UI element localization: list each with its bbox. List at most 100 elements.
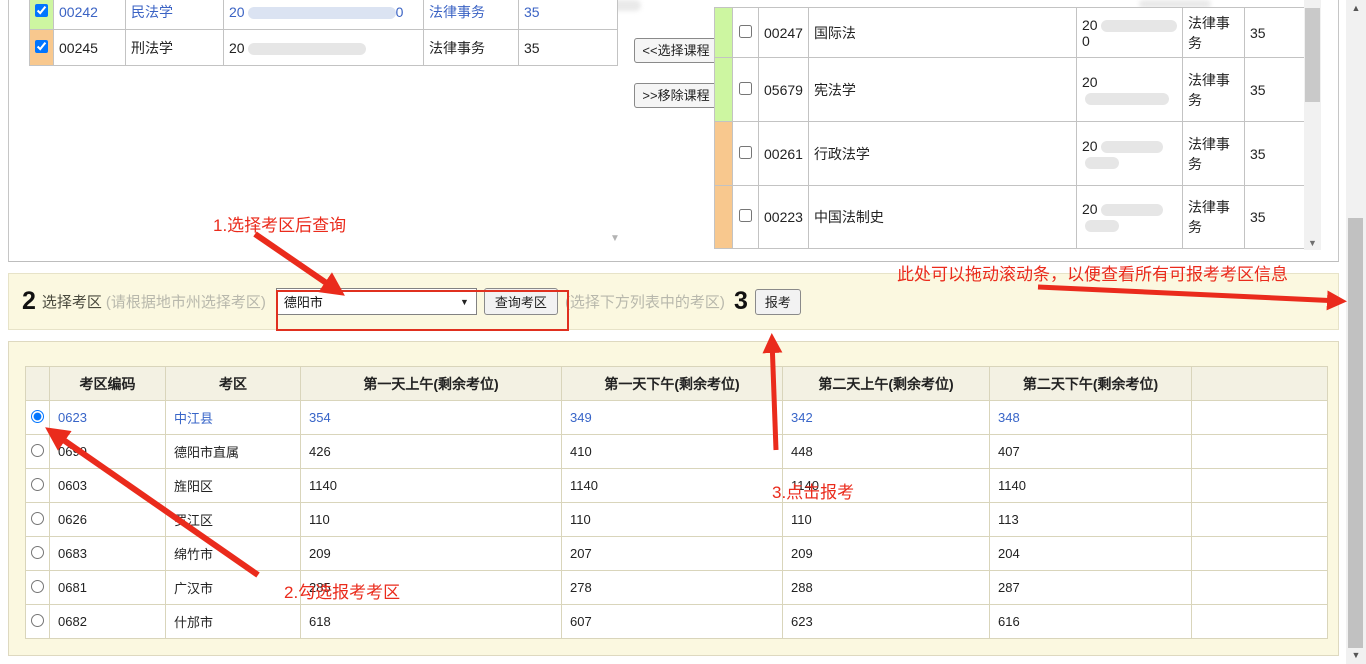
course-date: 200 bbox=[224, 0, 424, 30]
region-bar-hint: (请根据地市州选择考区) bbox=[106, 291, 266, 312]
course-major: 法律事务 bbox=[424, 0, 519, 30]
district-row: 0682什邡市618607623616 bbox=[26, 605, 1328, 639]
district-panel: 考区编码考区第一天上午(剩余考位)第一天下午(剩余考位)第二天上午(剩余考位)第… bbox=[8, 341, 1339, 656]
course-major: 法律事务 bbox=[1182, 186, 1244, 249]
annotation-step3: 3.点击报考 bbox=[772, 478, 854, 503]
available-courses-table: 00247国际法200法律事务3505679宪法学20法律事务3500261行政… bbox=[714, 7, 1309, 249]
district-column-header: 考区 bbox=[166, 367, 301, 401]
course-code: 00223 bbox=[759, 186, 809, 249]
course-seats: 35 bbox=[1244, 8, 1308, 58]
district-radio[interactable] bbox=[31, 410, 44, 423]
district-table-header: 考区编码考区第一天上午(剩余考位)第一天下午(剩余考位)第二天上午(剩余考位)第… bbox=[26, 367, 1328, 401]
district-seats-remaining: 278 bbox=[562, 571, 783, 605]
district-row: 0683绵竹市209207209204 bbox=[26, 537, 1328, 571]
scroll-down-icon[interactable]: ▼ bbox=[610, 233, 620, 244]
course-major: 法律事务 bbox=[424, 30, 519, 66]
course-selection-panel: 00242民法学200法律事务3500245刑法学20法律事务35 <<选择课程… bbox=[8, 0, 1339, 262]
district-seats-remaining: 209 bbox=[301, 537, 562, 571]
course-table-scrollbar[interactable]: ▼ bbox=[1304, 0, 1321, 250]
district-radio[interactable] bbox=[31, 444, 44, 457]
region-select[interactable]: 德阳市 ▼ bbox=[276, 288, 477, 315]
district-radio[interactable] bbox=[31, 546, 44, 559]
course-name: 民法学 bbox=[126, 0, 224, 30]
course-seats: 35 bbox=[1244, 122, 1308, 186]
district-column-header: 第一天下午(剩余考位) bbox=[562, 367, 783, 401]
district-seats-remaining: 287 bbox=[990, 571, 1192, 605]
district-name: 旌阳区 bbox=[166, 469, 301, 503]
district-radio[interactable] bbox=[31, 580, 44, 593]
course-seats: 35 bbox=[1244, 58, 1308, 122]
district-empty-cell bbox=[1192, 401, 1328, 435]
district-empty-cell bbox=[1192, 537, 1328, 571]
district-seats-remaining: 342 bbox=[783, 401, 990, 435]
available-course-row: 05679宪法学20法律事务35 bbox=[715, 58, 1309, 122]
region-bar-title: 选择考区 bbox=[42, 291, 102, 312]
district-empty-cell bbox=[1192, 469, 1328, 503]
district-radio-cell bbox=[26, 537, 50, 571]
district-column-header: 第二天下午(剩余考位) bbox=[990, 367, 1192, 401]
course-checkbox[interactable] bbox=[739, 146, 752, 159]
course-major: 法律事务 bbox=[1182, 122, 1244, 186]
course-date: 20 bbox=[1076, 122, 1182, 186]
course-checkbox[interactable] bbox=[739, 82, 752, 95]
course-checkbox[interactable] bbox=[35, 40, 48, 53]
district-code: 0603 bbox=[50, 469, 166, 503]
district-radio-cell bbox=[26, 401, 50, 435]
redacted-date bbox=[1085, 220, 1119, 232]
remove-course-button[interactable]: >>移除课程 bbox=[634, 83, 718, 108]
region-list-hint: (选择下方列表中的考区) bbox=[565, 291, 725, 312]
course-date: 20 bbox=[224, 30, 424, 66]
page-scrollbar[interactable]: ▲ ▼ bbox=[1346, 0, 1366, 664]
district-seats-remaining: 1140 bbox=[562, 469, 783, 503]
course-color-cell bbox=[715, 122, 733, 186]
course-name: 中国法制史 bbox=[808, 186, 1076, 249]
course-checkbox-cell bbox=[733, 122, 759, 186]
district-column-header: 第一天上午(剩余考位) bbox=[301, 367, 562, 401]
scrollbar-thumb[interactable] bbox=[1348, 218, 1363, 648]
scroll-up-icon[interactable]: ▲ bbox=[1346, 0, 1366, 17]
district-radio-cell bbox=[26, 605, 50, 639]
district-radio-cell bbox=[26, 503, 50, 537]
district-seats-remaining: 110 bbox=[301, 503, 562, 537]
district-name[interactable]: 中江县 bbox=[166, 401, 301, 435]
district-seats-remaining: 209 bbox=[783, 537, 990, 571]
course-date: 20 bbox=[1076, 58, 1182, 122]
scrollbar-thumb[interactable] bbox=[1305, 8, 1320, 102]
redacted-date bbox=[248, 7, 396, 19]
selected-course-row: 00242民法学200法律事务35 bbox=[30, 0, 618, 30]
scroll-down-icon[interactable]: ▼ bbox=[1346, 647, 1366, 664]
district-code[interactable]: 0623 bbox=[50, 401, 166, 435]
course-color-cell bbox=[30, 0, 54, 30]
district-radio-cell bbox=[26, 435, 50, 469]
district-row: 0623中江县354349342348 bbox=[26, 401, 1328, 435]
course-checkbox[interactable] bbox=[739, 25, 752, 38]
annotation-scroll-tip: 此处可以拖动滚动条，以便查看所有可报考考区信息 bbox=[897, 260, 1288, 285]
district-radio-cell bbox=[26, 469, 50, 503]
district-seats-remaining: 407 bbox=[990, 435, 1192, 469]
apply-button[interactable]: 报考 bbox=[755, 289, 801, 315]
district-seats-remaining: 288 bbox=[783, 571, 990, 605]
course-checkbox[interactable] bbox=[739, 209, 752, 222]
redacted-date bbox=[248, 43, 366, 55]
district-seats-remaining: 426 bbox=[301, 435, 562, 469]
scroll-down-icon[interactable]: ▼ bbox=[1304, 238, 1321, 248]
course-name: 行政法学 bbox=[808, 122, 1076, 186]
query-region-button[interactable]: 查询考区 bbox=[484, 288, 558, 315]
district-seats-remaining: 607 bbox=[562, 605, 783, 639]
district-radio[interactable] bbox=[31, 478, 44, 491]
course-seats: 35 bbox=[519, 0, 618, 30]
available-course-row: 00247国际法200法律事务35 bbox=[715, 8, 1309, 58]
district-seats-remaining: 354 bbox=[301, 401, 562, 435]
district-empty-cell bbox=[1192, 435, 1328, 469]
district-name: 德阳市直属 bbox=[166, 435, 301, 469]
district-row: 0603旌阳区1140114011401140 bbox=[26, 469, 1328, 503]
district-radio[interactable] bbox=[31, 512, 44, 525]
select-course-button[interactable]: <<选择课程 bbox=[634, 38, 718, 63]
course-color-cell bbox=[715, 8, 733, 58]
district-radio[interactable] bbox=[31, 614, 44, 627]
annotation-step1: 1.选择考区后查询 bbox=[213, 211, 346, 236]
district-code: 0699 bbox=[50, 435, 166, 469]
course-checkbox[interactable] bbox=[35, 4, 48, 17]
district-seats-remaining: 348 bbox=[990, 401, 1192, 435]
district-row: 0699德阳市直属426410448407 bbox=[26, 435, 1328, 469]
